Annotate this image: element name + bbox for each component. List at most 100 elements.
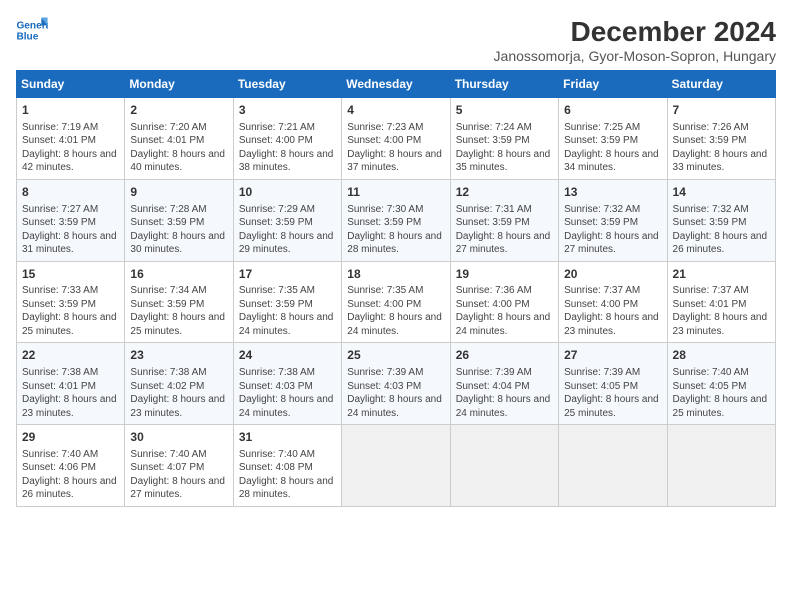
week-row-4: 22 Sunrise: 7:38 AM Sunset: 4:01 PM Dayli… [17, 343, 776, 425]
day-cell: 12Sunrise: 7:31 AM Sunset: 3:59 PM Dayli… [450, 179, 558, 261]
week-row-1: 1 Sunrise: 7:19 AM Sunset: 4:01 PM Daylig… [17, 98, 776, 180]
day-cell: 19Sunrise: 7:36 AM Sunset: 4:00 PM Dayli… [450, 261, 558, 343]
day-number: 22 [22, 347, 119, 364]
day-info: Sunrise: 7:33 AM Sunset: 3:59 PM Dayligh… [22, 284, 119, 338]
day-number: 28 [673, 347, 770, 364]
day-info: Sunrise: 7:30 AM Sunset: 3:59 PM Dayligh… [347, 203, 444, 257]
day-number: 25 [347, 347, 444, 364]
day-number: 13 [564, 184, 661, 201]
day-info: Sunrise: 7:28 AM Sunset: 3:59 PM Dayligh… [130, 203, 227, 257]
day-info: Sunrise: 7:39 AM Sunset: 4:05 PM Dayligh… [564, 366, 661, 420]
day-info: Sunrise: 7:40 AM Sunset: 4:06 PM Dayligh… [22, 448, 119, 502]
day-number: 30 [130, 429, 227, 446]
day-number: 23 [130, 347, 227, 364]
day-number: 8 [22, 184, 119, 201]
day-number: 18 [347, 266, 444, 283]
title-section: December 2024 Janossomorja, Gyor-Moson-S… [494, 16, 776, 64]
day-cell: 11 Sunrise: 7:30 AM Sunset: 3:59 PM Dayli… [342, 179, 450, 261]
day-info: Sunrise: 7:39 AM Sunset: 4:04 PM Dayligh… [456, 366, 553, 420]
calendar-table: SundayMondayTuesdayWednesdayThursdayFrid… [16, 70, 776, 507]
day-info: Sunrise: 7:38 AM Sunset: 4:01 PM Dayligh… [22, 366, 119, 420]
day-info: Sunrise: 7:21 AM Sunset: 4:00 PM Dayligh… [239, 121, 336, 175]
day-info: Sunrise: 7:23 AM Sunset: 4:00 PM Dayligh… [347, 121, 444, 175]
day-cell: 16Sunrise: 7:34 AM Sunset: 3:59 PM Dayli… [125, 261, 233, 343]
day-info: Sunrise: 7:32 AM Sunset: 3:59 PM Dayligh… [673, 203, 770, 257]
logo-icon: General Blue [16, 16, 48, 44]
day-cell: 27Sunrise: 7:39 AM Sunset: 4:05 PM Dayli… [559, 343, 667, 425]
week-row-3: 15Sunrise: 7:33 AM Sunset: 3:59 PM Dayli… [17, 261, 776, 343]
day-cell: 14 Sunrise: 7:32 AM Sunset: 3:59 PM Dayli… [667, 179, 775, 261]
day-info: Sunrise: 7:37 AM Sunset: 4:01 PM Dayligh… [673, 284, 770, 338]
day-cell: 9 Sunrise: 7:28 AM Sunset: 3:59 PM Daylig… [125, 179, 233, 261]
svg-text:Blue: Blue [16, 31, 38, 42]
logo: General Blue [16, 16, 48, 44]
day-number: 17 [239, 266, 336, 283]
day-cell: 30 Sunrise: 7:40 AM Sunset: 4:07 PM Dayli… [125, 425, 233, 507]
month-title: December 2024 [494, 16, 776, 48]
weekday-header-tuesday: Tuesday [233, 71, 341, 98]
day-info: Sunrise: 7:35 AM Sunset: 3:59 PM Dayligh… [239, 284, 336, 338]
day-cell [667, 425, 775, 507]
day-info: Sunrise: 7:38 AM Sunset: 4:02 PM Dayligh… [130, 366, 227, 420]
week-row-5: 29 Sunrise: 7:40 AM Sunset: 4:06 PM Dayli… [17, 425, 776, 507]
day-number: 14 [673, 184, 770, 201]
day-cell: 26Sunrise: 7:39 AM Sunset: 4:04 PM Dayli… [450, 343, 558, 425]
day-info: Sunrise: 7:19 AM Sunset: 4:01 PM Dayligh… [22, 121, 119, 175]
day-number: 20 [564, 266, 661, 283]
day-number: 2 [130, 102, 227, 119]
day-cell: 10 Sunrise: 7:29 AM Sunset: 3:59 PM Dayli… [233, 179, 341, 261]
day-cell: 25 Sunrise: 7:39 AM Sunset: 4:03 PM Dayli… [342, 343, 450, 425]
day-cell: 23 Sunrise: 7:38 AM Sunset: 4:02 PM Dayli… [125, 343, 233, 425]
day-info: Sunrise: 7:26 AM Sunset: 3:59 PM Dayligh… [673, 121, 770, 175]
weekday-header-wednesday: Wednesday [342, 71, 450, 98]
day-number: 15 [22, 266, 119, 283]
day-number: 31 [239, 429, 336, 446]
day-info: Sunrise: 7:29 AM Sunset: 3:59 PM Dayligh… [239, 203, 336, 257]
day-cell: 24Sunrise: 7:38 AM Sunset: 4:03 PM Dayli… [233, 343, 341, 425]
day-number: 16 [130, 266, 227, 283]
day-info: Sunrise: 7:32 AM Sunset: 3:59 PM Dayligh… [564, 203, 661, 257]
day-number: 11 [347, 184, 444, 201]
day-info: Sunrise: 7:35 AM Sunset: 4:00 PM Dayligh… [347, 284, 444, 338]
day-number: 29 [22, 429, 119, 446]
day-number: 19 [456, 266, 553, 283]
day-cell [342, 425, 450, 507]
day-cell: 22 Sunrise: 7:38 AM Sunset: 4:01 PM Dayli… [17, 343, 125, 425]
day-info: Sunrise: 7:34 AM Sunset: 3:59 PM Dayligh… [130, 284, 227, 338]
day-number: 1 [22, 102, 119, 119]
day-cell: 31 Sunrise: 7:40 AM Sunset: 4:08 PM Dayli… [233, 425, 341, 507]
day-cell: 18Sunrise: 7:35 AM Sunset: 4:00 PM Dayli… [342, 261, 450, 343]
day-info: Sunrise: 7:40 AM Sunset: 4:07 PM Dayligh… [130, 448, 227, 502]
day-cell: 2 Sunrise: 7:20 AM Sunset: 4:01 PM Daylig… [125, 98, 233, 180]
day-cell [450, 425, 558, 507]
weekday-header-sunday: Sunday [17, 71, 125, 98]
day-number: 3 [239, 102, 336, 119]
day-cell: 8 Sunrise: 7:27 AM Sunset: 3:59 PM Daylig… [17, 179, 125, 261]
header: General Blue December 2024 Janossomorja,… [16, 16, 776, 64]
day-info: Sunrise: 7:20 AM Sunset: 4:01 PM Dayligh… [130, 121, 227, 175]
weekday-header-monday: Monday [125, 71, 233, 98]
day-number: 10 [239, 184, 336, 201]
day-cell: 28Sunrise: 7:40 AM Sunset: 4:05 PM Dayli… [667, 343, 775, 425]
day-info: Sunrise: 7:27 AM Sunset: 3:59 PM Dayligh… [22, 203, 119, 257]
day-info: Sunrise: 7:37 AM Sunset: 4:00 PM Dayligh… [564, 284, 661, 338]
day-number: 9 [130, 184, 227, 201]
day-cell: 15Sunrise: 7:33 AM Sunset: 3:59 PM Dayli… [17, 261, 125, 343]
day-number: 5 [456, 102, 553, 119]
weekday-header-saturday: Saturday [667, 71, 775, 98]
day-cell: 20Sunrise: 7:37 AM Sunset: 4:00 PM Dayli… [559, 261, 667, 343]
day-info: Sunrise: 7:24 AM Sunset: 3:59 PM Dayligh… [456, 121, 553, 175]
week-row-2: 8 Sunrise: 7:27 AM Sunset: 3:59 PM Daylig… [17, 179, 776, 261]
day-info: Sunrise: 7:39 AM Sunset: 4:03 PM Dayligh… [347, 366, 444, 420]
day-cell: 7Sunrise: 7:26 AM Sunset: 3:59 PM Daylig… [667, 98, 775, 180]
day-info: Sunrise: 7:40 AM Sunset: 4:08 PM Dayligh… [239, 448, 336, 502]
day-info: Sunrise: 7:36 AM Sunset: 4:00 PM Dayligh… [456, 284, 553, 338]
day-cell: 5 Sunrise: 7:24 AM Sunset: 3:59 PM Daylig… [450, 98, 558, 180]
day-cell: 13 Sunrise: 7:32 AM Sunset: 3:59 PM Dayli… [559, 179, 667, 261]
location-subtitle: Janossomorja, Gyor-Moson-Sopron, Hungary [494, 48, 776, 64]
weekday-header-thursday: Thursday [450, 71, 558, 98]
day-cell: 1 Sunrise: 7:19 AM Sunset: 4:01 PM Daylig… [17, 98, 125, 180]
day-info: Sunrise: 7:25 AM Sunset: 3:59 PM Dayligh… [564, 121, 661, 175]
day-info: Sunrise: 7:31 AM Sunset: 3:59 PM Dayligh… [456, 203, 553, 257]
day-cell: 29 Sunrise: 7:40 AM Sunset: 4:06 PM Dayli… [17, 425, 125, 507]
